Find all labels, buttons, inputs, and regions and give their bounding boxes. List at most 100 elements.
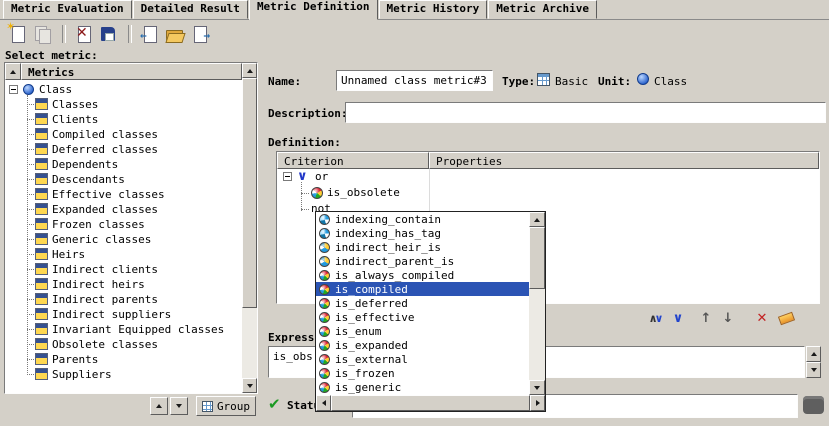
import-metrics-icon[interactable] (138, 23, 160, 45)
criterion-option[interactable]: is_external (316, 352, 529, 366)
tree-item[interactable]: Classes (5, 97, 242, 112)
open-folder-icon[interactable] (163, 23, 185, 45)
toggle-operator-icon[interactable]: ∨ (668, 309, 688, 327)
criterion-option[interactable]: is_compiled (316, 282, 529, 296)
move-up-icon[interactable]: ↑ (696, 309, 716, 327)
tree-root-class[interactable]: Class (5, 82, 242, 97)
scroll-up-icon[interactable] (242, 63, 257, 78)
criterion-row-is-obsolete[interactable]: is_obsolete (277, 185, 819, 201)
criterion-option[interactable]: indexing_has_tag (316, 226, 529, 240)
criterion-option[interactable]: is_deferred (316, 296, 529, 310)
tree-item[interactable]: Effective classes (5, 187, 242, 202)
tab[interactable]: Metric Evaluation (3, 0, 132, 19)
dropdown-vertical-scrollbar[interactable] (529, 212, 545, 395)
expression-scroll-up-icon[interactable] (806, 346, 821, 362)
name-input[interactable]: Unnamed class metric#3 (336, 70, 493, 91)
tree-item[interactable]: Deferred classes (5, 142, 242, 157)
delete-metric-icon[interactable] (72, 23, 94, 45)
tab-label: Metric History (387, 2, 480, 15)
criterion-option[interactable]: is_effective (316, 310, 529, 324)
select-metric-label: Select metric: (5, 49, 98, 62)
criterion-option[interactable]: indirect_parent_is (316, 254, 529, 268)
comment-bubble-icon[interactable] (803, 396, 824, 414)
criterion-option[interactable]: indexing_contain (316, 212, 529, 226)
expression-scroll-down-icon[interactable] (806, 362, 821, 378)
metric-icon (35, 248, 48, 260)
class-unit-icon (637, 73, 649, 85)
criterion-option[interactable]: indirect_heir_is (316, 240, 529, 254)
tree-item[interactable]: Obsolete classes (5, 337, 242, 352)
tree-item[interactable]: Descendants (5, 172, 242, 187)
criterion-option-label: indexing_contain (335, 213, 441, 226)
status-ok-check-icon: ✔ (268, 395, 281, 413)
criterion-row-or[interactable]: ∨ or (277, 169, 819, 185)
tree-item-label: Suppliers (52, 368, 112, 381)
tree-children: Classes Clients Compiled classes Deferre… (5, 97, 242, 382)
tree-item-label: Indirect heirs (52, 278, 145, 291)
criterion-option[interactable]: is_expanded (316, 338, 529, 352)
scroll-up-icon[interactable] (529, 212, 545, 227)
swap-operator-icon[interactable]: ∧∨ (646, 309, 666, 327)
scroll-right-icon[interactable] (530, 395, 545, 411)
criterion-option-label: is_always_compiled (335, 269, 454, 282)
tree-item[interactable]: Clients (5, 112, 242, 127)
delete-criterion-icon[interactable]: ✕ (752, 309, 772, 327)
tab[interactable]: Metric Definition (249, 0, 378, 20)
properties-column-header[interactable]: Properties (429, 152, 819, 169)
criterion-icon (319, 228, 330, 239)
scrollbar-thumb[interactable] (529, 227, 545, 289)
type-value: Basic (555, 75, 588, 88)
tree-item[interactable]: Indirect suppliers (5, 307, 242, 322)
collapse-icon[interactable] (9, 85, 18, 94)
move-down-icon[interactable]: ↓ (718, 309, 738, 327)
tab[interactable]: Metric Archive (488, 0, 597, 19)
metric-icon (35, 113, 48, 125)
erase-criterion-icon[interactable] (776, 309, 796, 327)
tree-item-label: Heirs (52, 248, 85, 261)
collapse-icon[interactable] (283, 172, 292, 181)
scrollbar-thumb[interactable] (242, 78, 257, 308)
tree-item[interactable]: Suppliers (5, 367, 242, 382)
tree-item[interactable]: Generic classes (5, 232, 242, 247)
criterion-icon (319, 284, 330, 295)
metrics-column-header[interactable]: Metrics (21, 63, 242, 80)
metric-move-down-button[interactable] (170, 397, 188, 415)
tree-item-label: Indirect clients (52, 263, 158, 276)
metric-icon (35, 278, 48, 290)
criterion-option[interactable]: is_enum (316, 324, 529, 338)
dropdown-horizontal-scrollbar[interactable] (316, 395, 545, 411)
criterion-option[interactable]: is_generic (316, 380, 529, 394)
tree-item[interactable]: Dependents (5, 157, 242, 172)
sort-ascending-icon[interactable] (5, 63, 21, 80)
save-metric-icon[interactable] (97, 23, 119, 45)
tree-item[interactable]: Expanded classes (5, 202, 242, 217)
criterion-column-header[interactable]: Criterion (277, 152, 429, 169)
metric-move-up-button[interactable] (150, 397, 168, 415)
group-grid-icon (202, 401, 213, 412)
tree-vertical-scrollbar[interactable] (242, 63, 257, 393)
copy-metric-icon[interactable] (31, 23, 53, 45)
tree-item[interactable]: Parents (5, 352, 242, 367)
new-metric-icon[interactable] (6, 23, 28, 45)
scroll-left-icon[interactable] (316, 395, 331, 411)
criterion-option[interactable]: is_frozen (316, 366, 529, 380)
criterion-icon (311, 187, 323, 199)
criterion-option[interactable]: is_always_compiled (316, 268, 529, 282)
scroll-down-icon[interactable] (242, 378, 257, 393)
tree-item[interactable]: Indirect heirs (5, 277, 242, 292)
scrollbar-thumb[interactable] (331, 395, 530, 411)
group-button[interactable]: Group (196, 396, 256, 416)
tab[interactable]: Metric History (379, 0, 488, 19)
scroll-down-icon[interactable] (529, 380, 545, 395)
metric-tool-window: { "colors": {"window_bg": "#d4d0c8", "se… (0, 0, 829, 426)
export-metric-icon[interactable] (188, 23, 210, 45)
tree-item[interactable]: Heirs (5, 247, 242, 262)
tree-item[interactable]: Compiled classes (5, 127, 242, 142)
description-input[interactable] (345, 102, 826, 123)
metric-icon (35, 203, 48, 215)
tree-item[interactable]: Frozen classes (5, 217, 242, 232)
tree-item[interactable]: Invariant Equipped classes (5, 322, 242, 337)
tab[interactable]: Detailed Result (133, 0, 248, 19)
tree-item[interactable]: Indirect parents (5, 292, 242, 307)
tree-item[interactable]: Indirect clients (5, 262, 242, 277)
